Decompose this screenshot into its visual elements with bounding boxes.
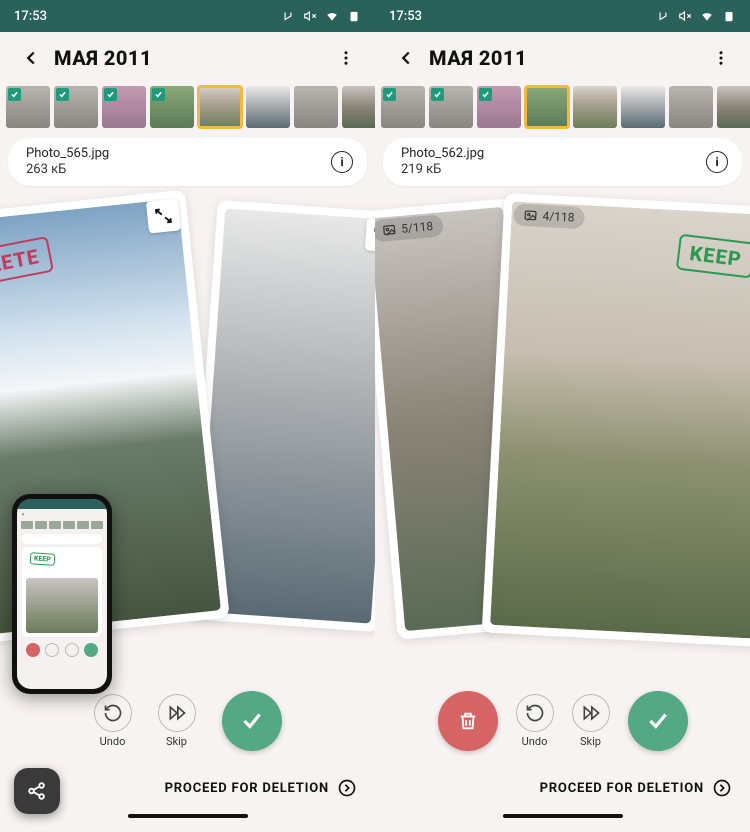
info-icon[interactable]: i — [706, 151, 728, 173]
thumbnail[interactable] — [717, 86, 750, 128]
info-chip: Photo_562.jpg 219 кБ i — [383, 138, 742, 186]
proceed-button[interactable]: PROCEED FOR DELETION — [375, 766, 750, 810]
proceed-label: PROCEED FOR DELETION — [165, 781, 329, 796]
expand-button[interactable] — [146, 198, 181, 233]
thumbnail-selected[interactable] — [525, 86, 569, 128]
battery-icon — [347, 9, 361, 23]
skip-button[interactable]: Skip — [572, 694, 610, 748]
status-bar: 17:53 — [375, 0, 750, 32]
expand-button[interactable] — [365, 218, 375, 252]
thumbnail[interactable] — [342, 86, 375, 128]
bottom-actions: Undo Skip — [375, 676, 750, 766]
thumbnail-selected[interactable] — [198, 86, 242, 128]
arrow-right-icon — [712, 778, 732, 798]
thumbnail[interactable] — [669, 86, 713, 128]
wifi-icon — [325, 9, 339, 23]
more-button[interactable] — [706, 43, 736, 73]
check-icon — [56, 88, 69, 101]
status-time: 17:53 — [389, 9, 422, 24]
thumbnail[interactable] — [477, 86, 521, 128]
share-icon — [26, 780, 48, 802]
thumbnail[interactable] — [150, 86, 194, 128]
undo-label: Undo — [100, 735, 126, 748]
skip-button[interactable]: Skip — [158, 694, 196, 748]
undo-button[interactable]: Undo — [516, 694, 554, 748]
photo-counter: 4/118 — [513, 203, 585, 229]
share-button[interactable] — [14, 768, 60, 814]
file-size: 263 кБ — [26, 162, 109, 178]
nav-bar — [375, 812, 750, 832]
thumbnail[interactable] — [381, 86, 425, 128]
thumbnail[interactable] — [102, 86, 146, 128]
image-icon — [523, 208, 538, 223]
file-size: 219 кБ — [401, 162, 484, 178]
undo-label: Undo — [522, 735, 548, 748]
check-icon — [152, 88, 165, 101]
thumbnail[interactable] — [573, 86, 617, 128]
undo-button[interactable]: Undo — [94, 694, 132, 748]
mute-icon — [303, 9, 317, 23]
status-icons — [281, 9, 361, 23]
thumbnail[interactable] — [621, 86, 665, 128]
status-icons — [656, 9, 736, 23]
skip-label: Skip — [166, 735, 187, 748]
check-icon — [383, 88, 396, 101]
thumbnail[interactable] — [429, 86, 473, 128]
delete-fab[interactable] — [438, 691, 498, 751]
info-icon[interactable]: i — [331, 151, 353, 173]
phone-left: 17:53 МАЯ 2011 Photo_565.jpg 263 кБ — [0, 0, 375, 832]
back-button[interactable] — [14, 41, 48, 75]
thumbnail[interactable] — [54, 86, 98, 128]
phone-right: 17:53 МАЯ 2011 Photo_562.jpg 219 кБ — [375, 0, 750, 832]
info-chip: Photo_565.jpg 263 кБ i — [8, 138, 367, 186]
info-text: Photo_565.jpg 263 кБ — [26, 146, 109, 178]
photo-card-front[interactable]: 4/118 KEEP — [482, 193, 750, 647]
thumbnail[interactable] — [246, 86, 290, 128]
status-bar: 17:53 — [0, 0, 375, 32]
mini-preview-overlay: ‹ KEEP — [12, 494, 112, 694]
card-area[interactable]: 5/118 4/118 KEEP — [383, 196, 742, 676]
check-icon — [8, 88, 21, 101]
check-icon — [431, 88, 444, 101]
keep-fab[interactable] — [628, 691, 688, 751]
back-button[interactable] — [389, 41, 423, 75]
check-icon — [104, 88, 117, 101]
topbar: МАЯ 2011 — [375, 32, 750, 84]
thumbnail-strip[interactable] — [0, 84, 375, 130]
nav-bar — [0, 812, 375, 832]
thumbnail-strip[interactable] — [375, 84, 750, 130]
mini-keep-stamp: KEEP — [30, 552, 56, 566]
keep-fab[interactable] — [222, 691, 282, 751]
image-icon — [382, 222, 397, 237]
status-time: 17:53 — [14, 9, 47, 24]
more-button[interactable] — [331, 43, 361, 73]
nfc-icon — [281, 9, 295, 23]
proceed-label: PROCEED FOR DELETION — [540, 781, 704, 796]
info-text: Photo_562.jpg 219 кБ — [401, 146, 484, 178]
check-icon — [479, 88, 492, 101]
page-title: МАЯ 2011 — [54, 46, 152, 70]
skip-label: Skip — [580, 735, 601, 748]
wifi-icon — [700, 9, 714, 23]
thumbnail[interactable] — [6, 86, 50, 128]
topbar: МАЯ 2011 — [0, 32, 375, 84]
nfc-icon — [656, 9, 670, 23]
file-name: Photo_562.jpg — [401, 146, 484, 162]
arrow-right-icon — [337, 778, 357, 798]
thumbnail[interactable] — [294, 86, 338, 128]
file-name: Photo_565.jpg — [26, 146, 109, 162]
mute-icon — [678, 9, 692, 23]
battery-icon — [722, 9, 736, 23]
page-title: МАЯ 2011 — [429, 46, 527, 70]
